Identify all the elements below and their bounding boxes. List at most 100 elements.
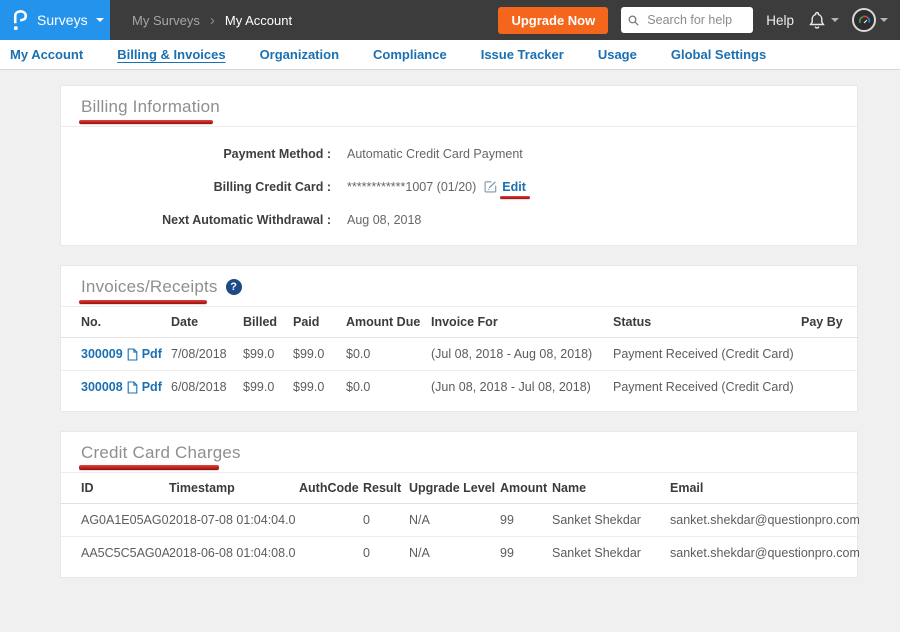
cell-status: Payment Received (Credit Card): [613, 371, 801, 404]
invoices-table: No.DateBilledPaidAmount DueInvoice ForSt…: [61, 307, 859, 403]
invoice-number-link[interactable]: 300009: [81, 347, 123, 361]
notifications-menu[interactable]: [807, 10, 839, 30]
column-header-no: No.: [61, 307, 171, 338]
cell-date: 6/08/2018: [171, 371, 243, 404]
column-header-timestamp: Timestamp: [169, 473, 299, 504]
column-header-result: Result: [363, 473, 409, 504]
breadcrumb-chevron-icon: ›: [210, 13, 215, 28]
billing-info-row: Next Automatic Withdrawal :Aug 08, 2018: [81, 203, 837, 236]
invoice-pdf-link[interactable]: Pdf: [142, 347, 162, 361]
tab-billing-invoices[interactable]: Billing & Invoices: [117, 47, 225, 62]
tab-compliance[interactable]: Compliance: [373, 47, 447, 62]
invoice-pdf-link[interactable]: Pdf: [142, 380, 162, 394]
cell-billed: $99.0: [243, 371, 293, 404]
column-header-authcode: AuthCode: [299, 473, 363, 504]
cell-no: 300009 Pdf: [61, 338, 171, 371]
cell-amount-due: $0.0: [346, 338, 431, 371]
breadcrumb-my-surveys[interactable]: My Surveys: [132, 13, 200, 28]
app-screen: Surveys My Surveys › My Account Upgrade …: [0, 0, 900, 632]
cell-pay-by: [801, 371, 859, 404]
charge-row: AG0A1E05AG0A2018-07-08 01:04:04.00N/A99S…: [61, 504, 859, 537]
chevron-down-icon: [96, 18, 104, 22]
cell-upgrade-level: N/A: [409, 537, 500, 570]
invoice-row: 300009Pdf7/08/2018$99.0$99.0$0.0(Jul 08,…: [61, 338, 859, 371]
table-header-row: No.DateBilledPaidAmount DueInvoice ForSt…: [61, 307, 859, 338]
top-bar-actions: Upgrade Now Help: [498, 7, 888, 34]
account-nav: My Account Billing & Invoices Organization…: [0, 40, 900, 70]
tab-organization[interactable]: Organization: [260, 47, 339, 62]
top-bar: Surveys My Surveys › My Account Upgrade …: [0, 0, 900, 40]
user-avatar: [852, 8, 876, 32]
field-label: Payment Method :: [81, 147, 331, 161]
chevron-down-icon: [831, 18, 839, 22]
tab-global-settings[interactable]: Global Settings: [671, 47, 766, 62]
invoices-table-wrap: No.DateBilledPaidAmount DueInvoice ForSt…: [61, 307, 857, 411]
cell-amount: 99: [500, 537, 552, 570]
product-switcher[interactable]: Surveys: [0, 0, 110, 40]
cell-date: 7/08/2018: [171, 338, 243, 371]
edit-card-link[interactable]: Edit: [484, 180, 526, 194]
annotation-underline: [500, 196, 530, 199]
pdf-file-icon: [127, 348, 138, 361]
section-title: Invoices/Receipts: [81, 277, 218, 296]
cell-status: Payment Received (Credit Card): [613, 338, 801, 371]
billing-info-row: Billing Credit Card :************1007 (0…: [81, 170, 837, 203]
user-menu[interactable]: [852, 8, 888, 32]
field-value: ************1007 (01/20): [347, 180, 476, 194]
column-header-invoice-for: Invoice For: [431, 307, 613, 338]
cell-paid: $99.0: [293, 371, 346, 404]
cell-paid: $99.0: [293, 338, 346, 371]
cell-upgrade-level: N/A: [409, 504, 500, 537]
invoice-links: 300009 Pdf: [81, 347, 165, 361]
column-header-upgrade-level: Upgrade Level: [409, 473, 500, 504]
cell-amount-due: $0.0: [346, 371, 431, 404]
field-label: Next Automatic Withdrawal :: [81, 213, 331, 227]
pdf-file-icon: [127, 348, 138, 361]
tab-usage[interactable]: Usage: [598, 47, 637, 62]
annotation-underline: [79, 465, 219, 470]
tab-issue-tracker[interactable]: Issue Tracker: [481, 47, 564, 62]
cell-id: AA5C5C5AG0A: [61, 537, 169, 570]
billing-information-card: Billing Information Payment Method : Auto…: [60, 85, 858, 246]
annotation-underline: [79, 300, 207, 304]
invoice-row: 300008Pdf6/08/2018$99.0$99.0$0.0(Jun 08,…: [61, 371, 859, 404]
search-icon: [628, 14, 639, 27]
invoices-receipts-card: Invoices/Receipts? No.DateBilledPaidAmou…: [60, 265, 858, 412]
column-header-paid: Paid: [293, 307, 346, 338]
tab-my-account[interactable]: My Account: [10, 47, 83, 62]
cell-billed: $99.0: [243, 338, 293, 371]
cell-timestamp: 2018-06-08 01:04:08.0: [169, 537, 299, 570]
annotation-underline: [79, 120, 213, 124]
invoice-links: 300008 Pdf: [81, 380, 165, 394]
invoices-receipts-header: Invoices/Receipts?: [61, 266, 857, 307]
edit-icon: [484, 180, 497, 193]
charge-row: AA5C5C5AG0A2018-06-08 01:04:08.0 0N/A99Sa…: [61, 537, 859, 570]
credit-card-charges-header: Credit Card Charges: [61, 432, 857, 473]
chevron-down-icon: [880, 18, 888, 22]
help-link[interactable]: Help: [766, 13, 794, 28]
cell-result: 0: [363, 537, 409, 570]
field-value: Automatic Credit Card Payment: [347, 147, 523, 161]
column-header-name: Name: [552, 473, 670, 504]
column-header-billed: Billed: [243, 307, 293, 338]
cell-id: AG0A1E05AG0A: [61, 504, 169, 537]
billing-information-rows: Payment Method : Automatic Credit Card Pa…: [61, 127, 857, 245]
column-header-pay-by: Pay By: [801, 307, 859, 338]
cell-name: Sanket Shekdar: [552, 537, 670, 570]
section-title: Credit Card Charges: [81, 443, 241, 462]
cell-timestamp: 2018-07-08 01:04:04.0: [169, 504, 299, 537]
upgrade-now-button[interactable]: Upgrade Now: [498, 7, 608, 34]
search-input[interactable]: [645, 12, 746, 28]
questionpro-logo-icon: [12, 9, 29, 32]
help-icon[interactable]: ?: [226, 279, 242, 295]
billing-info-row: Payment Method : Automatic Credit Card Pa…: [81, 137, 837, 170]
cell-name: Sanket Shekdar: [552, 504, 670, 537]
cell-authcode: [299, 537, 363, 570]
help-search-box: [621, 7, 753, 33]
section-title: Billing Information: [81, 97, 220, 116]
cell-no: 300008 Pdf: [61, 371, 171, 404]
charges-table: IDTimestampAuthCodeResultUpgrade LevelAm…: [61, 473, 859, 569]
invoice-number-link[interactable]: 300008: [81, 380, 123, 394]
top-bar-main: My Surveys › My Account Upgrade Now Help: [110, 0, 900, 40]
cell-invoice-for: (Jun 08, 2018 - Jul 08, 2018): [431, 371, 613, 404]
